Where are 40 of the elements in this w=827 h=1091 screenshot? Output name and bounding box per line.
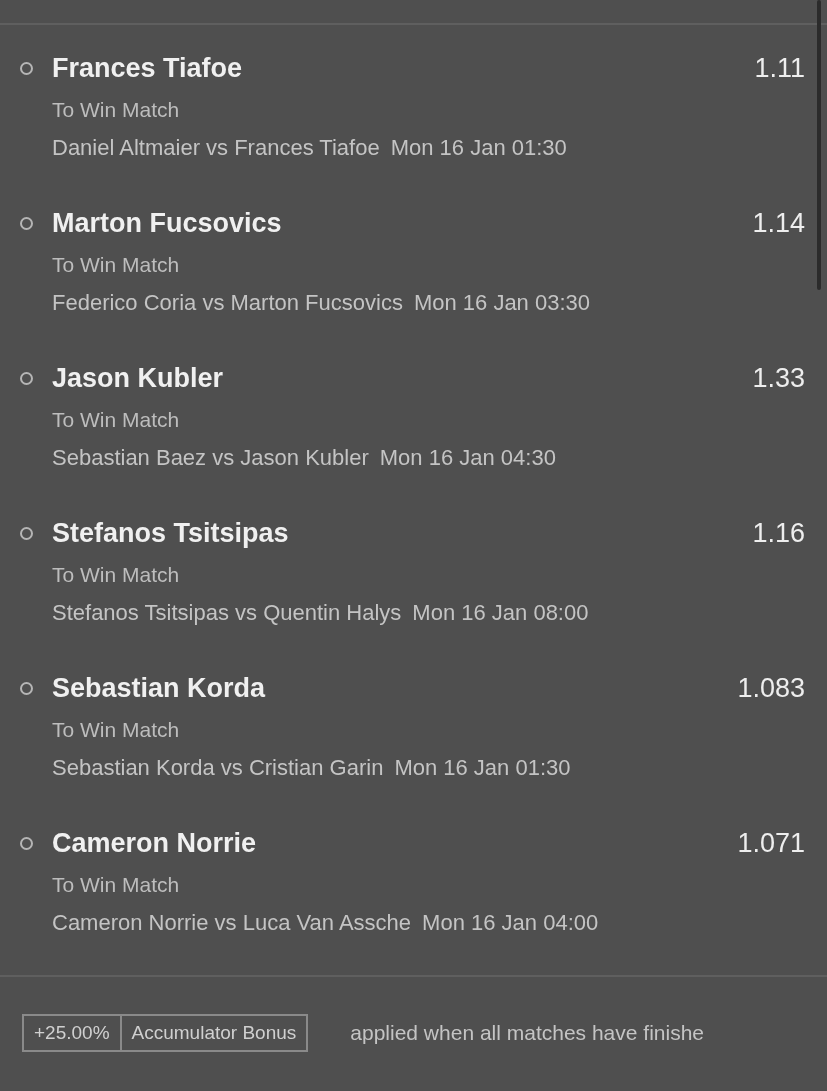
market-label: To Win Match <box>52 562 181 588</box>
match-time: Mon 16 Jan 04:00 <box>422 909 599 937</box>
selection-name: Cameron Norrie <box>52 827 258 859</box>
match-name: Cameron Norrie vs Luca Van Assche <box>52 909 412 937</box>
match-name: Federico Coria vs Marton Fucsovics <box>52 289 403 317</box>
market-label: To Win Match <box>52 717 181 743</box>
selection-name: Jason Kubler <box>52 362 225 394</box>
scrollbar[interactable] <box>817 0 821 290</box>
match-time: Mon 16 Jan 01:30 <box>390 134 567 162</box>
radio-button[interactable] <box>20 372 33 385</box>
market-label: To Win Match <box>52 872 181 898</box>
selection-name: Marton Fucsovics <box>52 207 283 239</box>
match-name: Sebastian Baez vs Jason Kubler <box>52 444 369 472</box>
radio-button[interactable] <box>20 682 33 695</box>
market-label: To Win Match <box>52 407 181 433</box>
match-time: Mon 16 Jan 03:30 <box>413 289 591 317</box>
odds: 1.071 <box>737 827 805 859</box>
radio-button[interactable] <box>20 837 33 850</box>
match-name: Stefanos Tsitsipas vs Quentin Halys <box>52 599 402 627</box>
radio-button[interactable] <box>20 217 33 230</box>
bonus-note: applied when all matches have finishe <box>350 1021 704 1045</box>
match-name: Sebastian Korda vs Cristian Garin <box>52 754 384 782</box>
match-time: Mon 16 Jan 08:00 <box>412 599 589 627</box>
odds: 1.083 <box>737 672 805 704</box>
radio-button[interactable] <box>20 62 33 75</box>
bonus-label: Accumulator Bonus <box>119 1016 307 1050</box>
market-label: To Win Match <box>52 97 181 123</box>
odds: 1.11 <box>754 52 805 84</box>
radio-button[interactable] <box>20 527 33 540</box>
selection-name: Stefanos Tsitsipas <box>52 517 290 549</box>
bonus-percent: +25.00% <box>33 1021 111 1045</box>
odds: 1.16 <box>752 517 805 549</box>
match-time: Mon 16 Jan 01:30 <box>394 754 571 782</box>
selection-name: Sebastian Korda <box>52 672 267 704</box>
match-name: Daniel Altmaier vs Frances Tiafoe <box>52 134 380 162</box>
match-time: Mon 16 Jan 04:30 <box>379 444 556 472</box>
odds: 1.33 <box>752 362 805 394</box>
odds: 1.14 <box>752 207 805 239</box>
selection-name: Frances Tiafoe <box>52 52 244 84</box>
market-label: To Win Match <box>52 252 181 278</box>
